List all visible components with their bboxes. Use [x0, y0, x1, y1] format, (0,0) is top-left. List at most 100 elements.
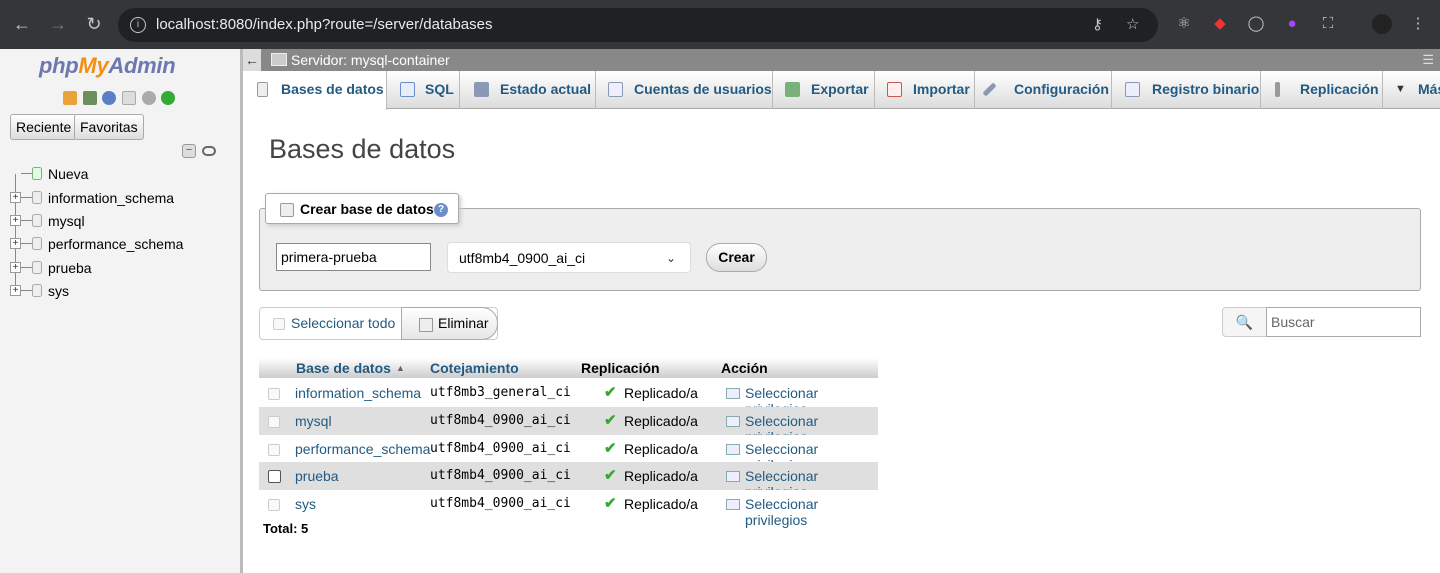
table-row: sys utf8mb4_0900_ai_ci ✔ Replicado/a Sel… — [259, 490, 878, 528]
table-row: performance_schema utf8mb4_0900_ai_ci ✔ … — [259, 435, 878, 473]
tree-item-performance-schema[interactable]: + performance_schema — [8, 234, 238, 254]
database-link[interactable]: performance_schema — [295, 441, 430, 457]
tab-replication[interactable]: Replicación — [1261, 71, 1383, 109]
collation-select[interactable]: utf8mb4_0900_ai_ci ⌄ — [447, 242, 691, 273]
tab-sql[interactable]: SQL — [387, 71, 460, 109]
create-button[interactable]: Crear — [706, 243, 767, 272]
page-title: Bases de datos — [269, 134, 456, 164]
import-icon — [887, 82, 902, 97]
check-icon: ✔ — [604, 467, 617, 484]
server-breadcrumb: ← Servidor: mysql-container ☰ — [243, 49, 1440, 71]
forward-arrow-icon[interactable]: → — [46, 12, 70, 36]
privileges-icon[interactable] — [726, 416, 740, 427]
database-name-input[interactable]: primera-prueba — [276, 243, 431, 271]
reload-nav-icon[interactable] — [161, 91, 176, 105]
tab-settings[interactable]: Configuración — [975, 71, 1112, 109]
expand-icon[interactable]: + — [10, 215, 21, 226]
docs-icon[interactable] — [121, 91, 136, 105]
extension-icon[interactable]: ◆ — [1210, 14, 1230, 34]
row-checkbox[interactable] — [268, 416, 280, 428]
site-info-icon[interactable]: i — [130, 17, 146, 33]
home-icon[interactable] — [63, 91, 77, 105]
binlog-icon — [1125, 82, 1140, 97]
row-checkbox[interactable] — [268, 388, 280, 400]
privileges-icon[interactable] — [726, 388, 740, 399]
collapse-all-icon[interactable]: − — [182, 144, 196, 158]
database-link[interactable]: mysql — [295, 413, 332, 429]
tree-item-mysql[interactable]: + mysql — [8, 211, 238, 231]
expand-icon[interactable]: + — [10, 262, 21, 273]
table-row: information_schema utf8mb3_general_ci ✔ … — [259, 379, 878, 417]
address-bar[interactable]: i localhost:8080/index.php?route=/server… — [118, 8, 1158, 42]
tree-item-new[interactable]: Nueva — [8, 164, 238, 184]
check-privileges-link[interactable]: Seleccionar privilegios — [745, 496, 878, 528]
column-header-collation[interactable]: Cotejamiento — [426, 358, 578, 378]
wrench-icon — [982, 82, 997, 97]
tab-binary-log[interactable]: Registro binario — [1112, 71, 1261, 109]
avatar[interactable] — [1372, 14, 1392, 34]
check-icon: ✔ — [604, 384, 617, 401]
star-icon[interactable]: ☆ — [1126, 8, 1139, 42]
table-row: prueba utf8mb4_0900_ai_ci ✔ Replicado/a … — [259, 462, 878, 500]
users-icon — [608, 82, 623, 97]
scroll-top-icon[interactable]: ☰ — [1422, 49, 1434, 71]
row-checkbox[interactable] — [268, 444, 280, 456]
row-checkbox[interactable] — [268, 470, 281, 483]
export-icon — [785, 82, 800, 97]
database-link[interactable]: information_schema — [295, 385, 421, 401]
privileges-icon[interactable] — [726, 471, 740, 482]
delete-button[interactable]: Eliminar — [401, 307, 498, 340]
link-with-main-icon[interactable] — [202, 146, 216, 156]
tab-import[interactable]: Importar — [875, 71, 975, 109]
database-icon — [32, 237, 42, 250]
tab-user-accounts[interactable]: Cuentas de usuarios — [596, 71, 773, 109]
search-input[interactable]: Buscar — [1266, 307, 1421, 337]
extension-icon[interactable]: ● — [1282, 14, 1302, 34]
privileges-icon[interactable] — [726, 444, 740, 455]
column-header-database[interactable]: Base de datos ▲ — [292, 358, 426, 378]
phpmyadmin-logo[interactable]: phpMyAdmin — [39, 53, 176, 79]
sidebar-resizer[interactable] — [240, 49, 243, 573]
puzzle-icon[interactable]: ⛶ — [1318, 14, 1338, 34]
help-icon[interactable]: ? — [434, 203, 448, 217]
logout-icon[interactable] — [82, 91, 97, 105]
tree-item-sys[interactable]: + sys — [8, 281, 238, 301]
check-icon: ✔ — [604, 440, 617, 457]
extension-icon[interactable]: ◯ — [1246, 14, 1266, 34]
caret-down-icon: ▼ — [1395, 83, 1406, 95]
tab-more[interactable]: ▼ Más — [1383, 71, 1440, 109]
url-text: localhost:8080/index.php?route=/server/d… — [156, 16, 493, 33]
replication-icon — [1275, 82, 1280, 97]
settings-gear-icon[interactable] — [141, 91, 156, 105]
select-all-checkbox[interactable] — [273, 318, 285, 330]
database-link[interactable]: sys — [295, 496, 316, 512]
tree-item-information-schema[interactable]: + information_schema — [8, 188, 238, 208]
react-extension-icon[interactable]: ⚛ — [1174, 14, 1194, 34]
privileges-icon[interactable] — [726, 499, 740, 510]
browser-toolbar: ← → ↻ i localhost:8080/index.php?route=/… — [0, 0, 1440, 49]
expand-icon[interactable]: + — [10, 238, 21, 249]
select-all-label[interactable]: Seleccionar todo — [291, 315, 395, 331]
row-checkbox[interactable] — [268, 499, 280, 511]
collapse-sidebar-icon[interactable]: ← — [243, 49, 261, 71]
server-label[interactable]: Servidor: mysql-container — [291, 49, 450, 71]
help-icon[interactable] — [102, 91, 117, 105]
reload-icon[interactable]: ↻ — [82, 12, 106, 36]
tab-status[interactable]: Estado actual — [460, 71, 596, 109]
expand-icon[interactable]: + — [10, 285, 21, 296]
status-icon — [474, 82, 489, 97]
database-link[interactable]: prueba — [295, 468, 339, 484]
tree-item-prueba[interactable]: + prueba — [8, 258, 238, 278]
server-icon — [271, 53, 287, 66]
tab-databases[interactable]: Bases de datos — [243, 71, 387, 110]
chevron-down-icon: ⌄ — [665, 251, 676, 265]
sidebar-icon-row — [63, 91, 177, 107]
key-icon[interactable]: ⚷ — [1092, 8, 1103, 42]
back-arrow-icon[interactable]: ← — [10, 12, 34, 36]
menu-dots-icon[interactable]: ⋮ — [1408, 14, 1428, 34]
recent-button[interactable]: Reciente — [10, 114, 78, 140]
column-header-replication: Replicación principal — [578, 358, 718, 396]
tab-export[interactable]: Exportar — [773, 71, 875, 109]
expand-icon[interactable]: + — [10, 192, 21, 203]
favorites-button[interactable]: Favoritas — [74, 114, 144, 140]
